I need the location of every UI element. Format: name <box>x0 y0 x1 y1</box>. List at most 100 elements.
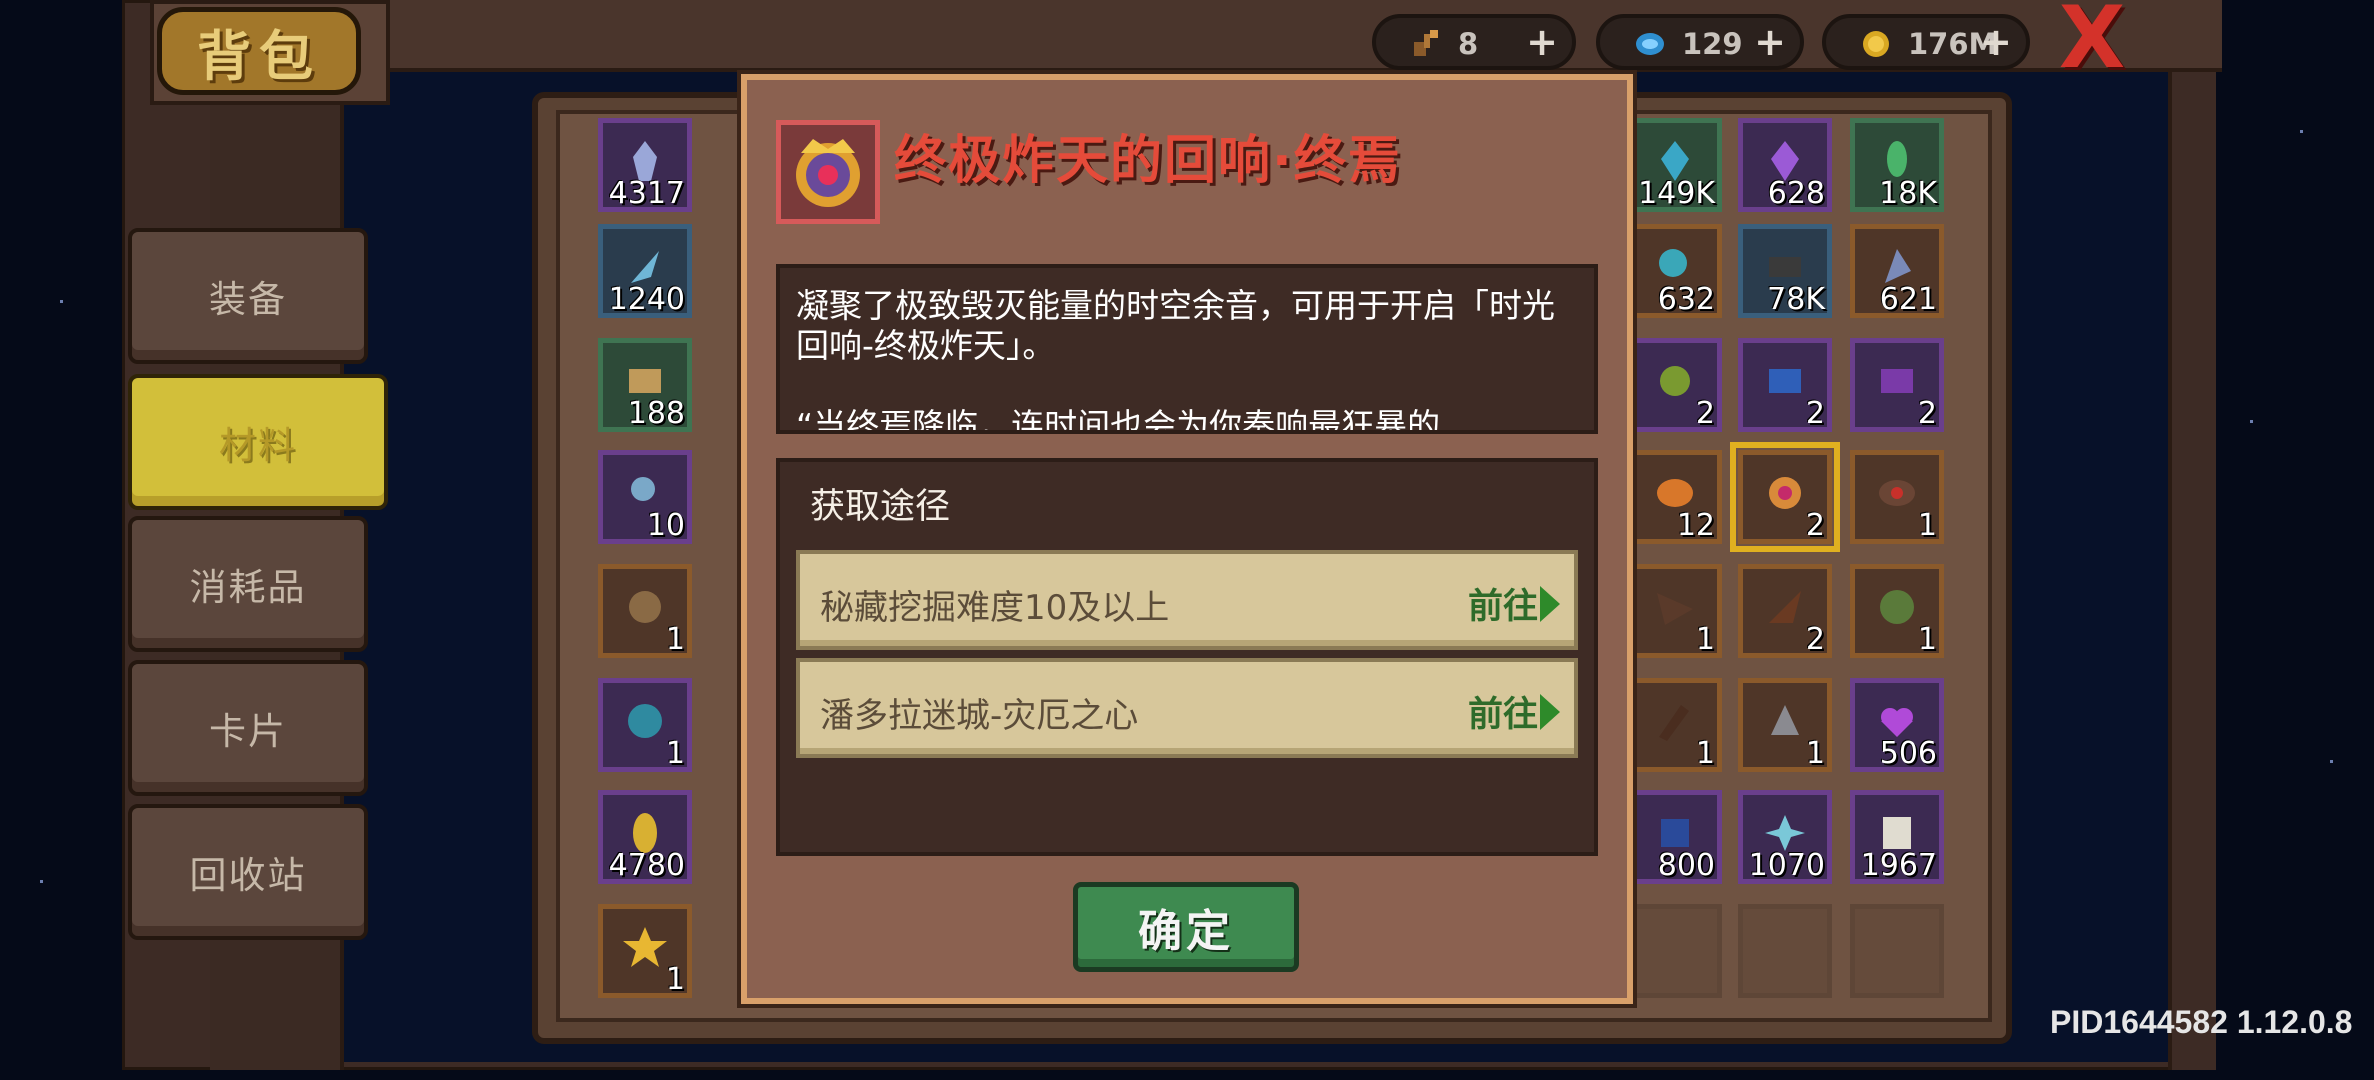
item-count: 506 <box>1879 736 1937 771</box>
play-arrow-icon <box>1540 694 1560 730</box>
play-arrow-icon <box>1540 586 1560 622</box>
item-count: 800 <box>1657 848 1715 883</box>
inventory-slot[interactable]: 1 <box>1850 564 1944 658</box>
branch-icon <box>1659 705 1689 741</box>
version-label: PID1644582 1.12.0.8 <box>2050 1004 2353 1040</box>
item-count: 1070 <box>1748 848 1825 883</box>
inventory-slot[interactable]: 1 <box>598 564 692 658</box>
add-gem-button[interactable]: + <box>1754 20 1786 64</box>
item-flavor-text: “当终焉降临，连时间也会为你奏响最狂暴的 <box>796 406 1441 434</box>
route-label: 潘多拉迷城-灾厄之心 <box>820 696 1139 736</box>
tab-materials[interactable]: 材料 <box>128 374 388 510</box>
add-key-button[interactable]: + <box>1526 20 1558 64</box>
inventory-slot[interactable]: 149K <box>1628 118 1722 212</box>
inventory-slot[interactable]: 18K <box>1850 118 1944 212</box>
item-count: 2 <box>1805 508 1825 543</box>
eye-icon <box>1879 480 1915 506</box>
item-count: 1 <box>1695 622 1715 657</box>
route-row-treasure-dig[interactable]: 秘藏挖掘难度10及以上 前往 <box>796 550 1578 650</box>
inventory-slot[interactable]: 1 <box>1850 450 1944 544</box>
tab-label: 装备 <box>209 278 287 321</box>
inventory-slot[interactable]: 628 <box>1738 118 1832 212</box>
wing-icon <box>1657 593 1693 625</box>
inventory-slot[interactable]: 4317 <box>598 118 692 212</box>
inventory-slot[interactable]: 632 <box>1628 224 1722 318</box>
inventory-slot[interactable]: 1 <box>598 678 692 772</box>
item-count: 10 <box>646 508 685 543</box>
inventory-slot[interactable]: 1240 <box>598 224 692 318</box>
item-count: 2 <box>1917 396 1937 431</box>
currency-gem: 129 + <box>1596 14 1804 70</box>
inventory-slot-empty[interactable] <box>1850 904 1944 998</box>
beast-head-icon <box>1880 590 1914 624</box>
item-count: 78K <box>1767 282 1825 317</box>
close-icon[interactable]: X <box>2052 0 2132 81</box>
tab-equipment[interactable]: 装备 <box>128 228 368 364</box>
item-count: 1 <box>665 962 685 997</box>
item-description-box[interactable]: 凝聚了极致毁灭能量的时空余音，可用于开启「时光回响-终极炸天」。 “当终焉降临，… <box>776 264 1598 434</box>
confirm-button[interactable]: 确定 <box>1073 882 1299 972</box>
item-description: 凝聚了极致毁灭能量的时空余音，可用于开启「时光回响-终极炸天」。 <box>796 286 1555 365</box>
skull-scroll-icon <box>1881 369 1913 393</box>
inventory-slot[interactable]: 188 <box>598 338 692 432</box>
inventory-slot[interactable]: 2 <box>1850 338 1944 432</box>
inventory-slot[interactable]: 1070 <box>1738 790 1832 884</box>
tab-recycle-bin[interactable]: 回收站 <box>128 804 368 940</box>
inventory-slot[interactable]: 2 <box>1738 338 1832 432</box>
inventory-slot[interactable]: 1 <box>1628 678 1722 772</box>
key-icon <box>1414 30 1438 56</box>
source-title: 获取途径 <box>810 487 951 527</box>
goto-button[interactable]: 前往 <box>1468 686 1538 737</box>
item-count: 2 <box>1805 396 1825 431</box>
item-count: 2 <box>1805 622 1825 657</box>
inventory-slot-empty[interactable] <box>1628 904 1722 998</box>
inventory-slot[interactable]: 800 <box>1628 790 1722 884</box>
item-count: 1 <box>1917 622 1937 657</box>
item-count: 1 <box>1805 736 1825 771</box>
item-count: 1 <box>1917 508 1937 543</box>
goto-button[interactable]: 前往 <box>1468 578 1538 629</box>
inventory-slot[interactable]: 1967 <box>1850 790 1944 884</box>
item-count: 1 <box>665 622 685 657</box>
crown-icon <box>796 139 860 207</box>
item-count: 1240 <box>608 282 685 317</box>
item-count: 2 <box>1695 396 1715 431</box>
coin-icon <box>1863 31 1889 57</box>
tab-label: 回收站 <box>189 854 307 897</box>
item-count: 4780 <box>608 848 685 883</box>
item-count: 1 <box>665 736 685 771</box>
item-count: 188 <box>627 396 685 431</box>
inventory-slot-selected[interactable]: 2 <box>1730 442 1840 552</box>
currency-key: 8 + <box>1372 14 1576 70</box>
inventory-slot[interactable]: 506 <box>1850 678 1944 772</box>
inventory-slot[interactable]: 12 <box>1628 450 1722 544</box>
scroll-icon <box>1769 369 1801 393</box>
item-count: 18K <box>1879 176 1937 211</box>
shell-icon <box>629 591 661 623</box>
inventory-slot[interactable]: 2 <box>1628 338 1722 432</box>
add-coin-button[interactable]: + <box>1980 20 2012 64</box>
route-label: 秘藏挖掘难度10及以上 <box>820 588 1170 628</box>
inventory-slot[interactable]: 1 <box>1628 564 1722 658</box>
inventory-slot-empty[interactable] <box>1738 904 1832 998</box>
item-count: 1967 <box>1860 848 1937 883</box>
inventory-slot[interactable]: 2 <box>1738 564 1832 658</box>
inventory-slot[interactable]: 1 <box>1738 678 1832 772</box>
gem-icon <box>1636 33 1664 55</box>
inventory-slot[interactable]: 10 <box>598 450 692 544</box>
route-row-pandora[interactable]: 潘多拉迷城-灾厄之心 前往 <box>796 658 1578 758</box>
key-count: 8 <box>1458 27 1479 61</box>
tab-label: 消耗品 <box>189 566 307 609</box>
claw-icon <box>1771 705 1799 735</box>
claw-icon <box>1769 591 1801 623</box>
inventory-slot[interactable]: 621 <box>1850 224 1944 318</box>
ore-icon <box>628 704 662 738</box>
tab-consumables[interactable]: 消耗品 <box>128 516 368 652</box>
inventory-slot[interactable]: 1 <box>598 904 692 998</box>
tab-cards[interactable]: 卡片 <box>128 660 368 796</box>
crown-icon <box>1769 477 1801 509</box>
slime-icon <box>1660 366 1690 396</box>
inventory-slot[interactable]: 78K <box>1738 224 1832 318</box>
inventory-slot[interactable]: 4780 <box>598 790 692 884</box>
item-count: 628 <box>1767 176 1825 211</box>
